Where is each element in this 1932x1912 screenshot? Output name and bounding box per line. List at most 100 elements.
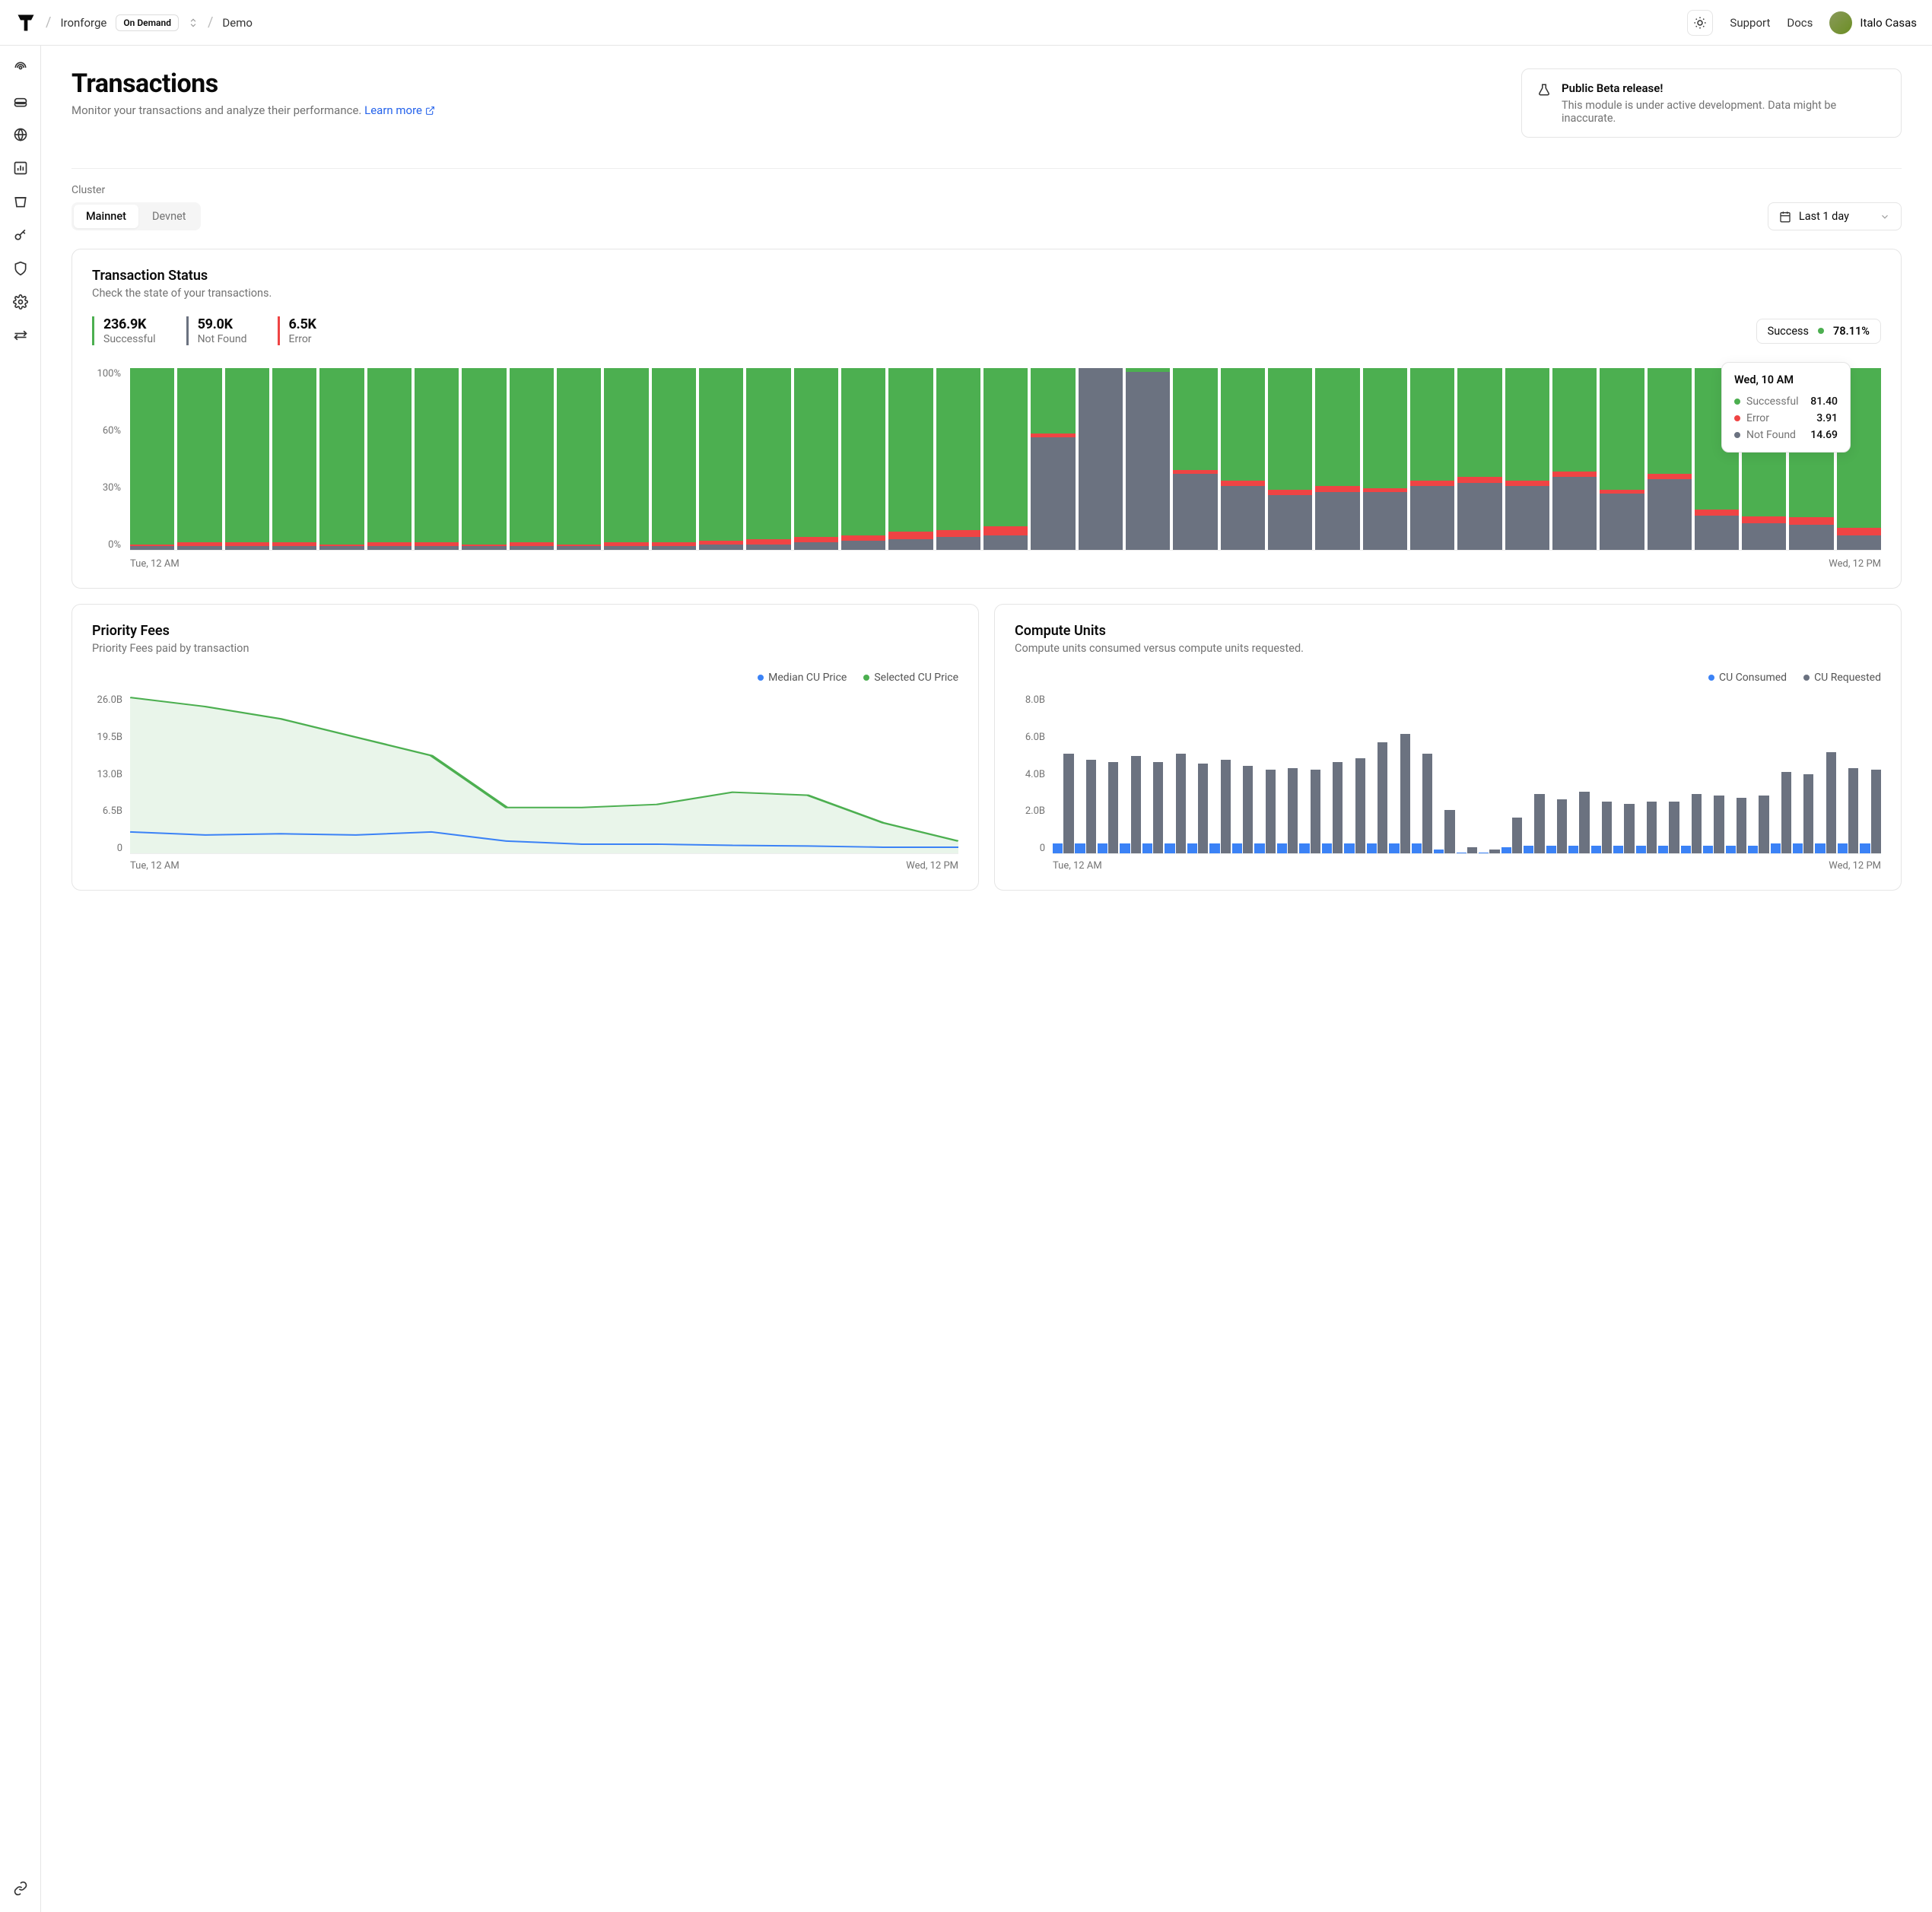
breadcrumb-project[interactable]: Demo: [222, 16, 253, 30]
status-bar[interactable]: [177, 368, 221, 550]
compute-bar[interactable]: [1838, 694, 1858, 853]
status-bar[interactable]: [936, 368, 980, 550]
compute-bar[interactable]: [1860, 694, 1880, 853]
status-bar[interactable]: [130, 368, 174, 550]
fees-chart[interactable]: 26.0B 19.5B 13.0B 6.5B 0: [92, 694, 958, 854]
compute-bar[interactable]: [1636, 694, 1657, 853]
compute-bar[interactable]: [1075, 694, 1095, 853]
compute-bar[interactable]: [1187, 694, 1208, 853]
shield-icon[interactable]: [12, 260, 29, 277]
status-bar[interactable]: [1363, 368, 1407, 550]
status-bar[interactable]: [1031, 368, 1075, 550]
compute-bar[interactable]: [1165, 694, 1185, 853]
tab-mainnet[interactable]: Mainnet: [74, 205, 138, 228]
tab-devnet[interactable]: Devnet: [140, 205, 199, 228]
compute-bar[interactable]: [1681, 694, 1702, 853]
docs-link[interactable]: Docs: [1787, 16, 1813, 30]
compute-bar[interactable]: [1277, 694, 1298, 853]
status-bar[interactable]: [1079, 368, 1123, 550]
status-bar[interactable]: [746, 368, 790, 550]
status-bar[interactable]: [1410, 368, 1454, 550]
compute-bar[interactable]: [1367, 694, 1387, 853]
compute-bar[interactable]: [1120, 694, 1140, 853]
broadcast-icon[interactable]: [12, 59, 29, 76]
compute-bar[interactable]: [1703, 694, 1724, 853]
compute-bar[interactable]: [1748, 694, 1768, 853]
compute-bar[interactable]: [1457, 694, 1477, 853]
status-bar[interactable]: [1600, 368, 1644, 550]
status-bar[interactable]: [888, 368, 933, 550]
status-bar[interactable]: [1552, 368, 1597, 550]
status-bar[interactable]: [1268, 368, 1312, 550]
status-bars[interactable]: [130, 368, 1881, 551]
status-bar[interactable]: [841, 368, 885, 550]
breadcrumb-org[interactable]: Ironforge: [60, 16, 106, 30]
status-bar[interactable]: [699, 368, 743, 550]
compute-bar[interactable]: [1546, 694, 1567, 853]
compute-bar[interactable]: [1053, 694, 1073, 853]
status-bar[interactable]: [1648, 368, 1692, 550]
compute-bar[interactable]: [1142, 694, 1163, 853]
link-icon[interactable]: [12, 1880, 29, 1897]
compute-bar[interactable]: [1568, 694, 1589, 853]
chart-icon[interactable]: [12, 160, 29, 176]
legend-median: Median CU Price: [758, 672, 847, 684]
compute-bar[interactable]: [1299, 694, 1320, 853]
status-bar[interactable]: [1221, 368, 1265, 550]
compute-bar[interactable]: [1322, 694, 1343, 853]
compute-bar[interactable]: [1344, 694, 1365, 853]
compute-bar[interactable]: [1524, 694, 1544, 853]
compute-bar[interactable]: [1479, 694, 1499, 853]
status-bar[interactable]: [794, 368, 838, 550]
compute-bar[interactable]: [1434, 694, 1454, 853]
status-bar[interactable]: [415, 368, 459, 550]
status-bar[interactable]: [1505, 368, 1549, 550]
success-rate-pill[interactable]: Success 78.11%: [1756, 319, 1881, 344]
org-switcher[interactable]: [188, 17, 199, 28]
compute-bar[interactable]: [1389, 694, 1409, 853]
learn-more-link[interactable]: Learn more: [364, 103, 435, 117]
status-bar[interactable]: [1315, 368, 1359, 550]
compute-bar[interactable]: [1501, 694, 1522, 853]
status-bar[interactable]: [510, 368, 554, 550]
transactions-icon[interactable]: [12, 327, 29, 344]
status-bar[interactable]: [1173, 368, 1217, 550]
theme-toggle[interactable]: [1687, 10, 1713, 36]
status-dot: [1818, 328, 1824, 334]
status-bar[interactable]: [367, 368, 412, 550]
compute-bar[interactable]: [1793, 694, 1813, 853]
compute-bar[interactable]: [1098, 694, 1118, 853]
topbar-actions: Support Docs Italo Casas: [1687, 10, 1917, 36]
gear-icon[interactable]: [12, 294, 29, 310]
compute-bar[interactable]: [1209, 694, 1230, 853]
compute-bar[interactable]: [1613, 694, 1634, 853]
compute-chart[interactable]: 8.0B 6.0B 4.0B 2.0B 0: [1015, 694, 1881, 854]
router-icon[interactable]: [12, 93, 29, 110]
status-bar[interactable]: [1457, 368, 1501, 550]
compute-bar[interactable]: [1412, 694, 1432, 853]
compute-bar[interactable]: [1232, 694, 1253, 853]
status-bar[interactable]: [272, 368, 316, 550]
status-bar[interactable]: [652, 368, 696, 550]
date-range-picker[interactable]: Last 1 day: [1768, 202, 1902, 230]
compute-bar[interactable]: [1254, 694, 1275, 853]
status-bar[interactable]: [557, 368, 601, 550]
status-bar[interactable]: [604, 368, 648, 550]
status-bar[interactable]: [462, 368, 506, 550]
archive-icon[interactable]: [12, 193, 29, 210]
globe-icon[interactable]: [12, 126, 29, 143]
status-bar[interactable]: [1126, 368, 1170, 550]
card-title: Priority Fees: [92, 623, 958, 639]
support-link[interactable]: Support: [1730, 16, 1770, 30]
compute-bar[interactable]: [1726, 694, 1746, 853]
status-bar[interactable]: [983, 368, 1028, 550]
status-bar[interactable]: [319, 368, 364, 550]
user-menu[interactable]: Italo Casas: [1829, 11, 1917, 34]
compute-bar[interactable]: [1591, 694, 1612, 853]
compute-bar[interactable]: [1658, 694, 1679, 853]
compute-bar[interactable]: [1771, 694, 1791, 853]
key-icon[interactable]: [12, 227, 29, 243]
status-bar[interactable]: [225, 368, 269, 550]
compute-bar[interactable]: [1815, 694, 1835, 853]
logo[interactable]: [15, 12, 37, 33]
